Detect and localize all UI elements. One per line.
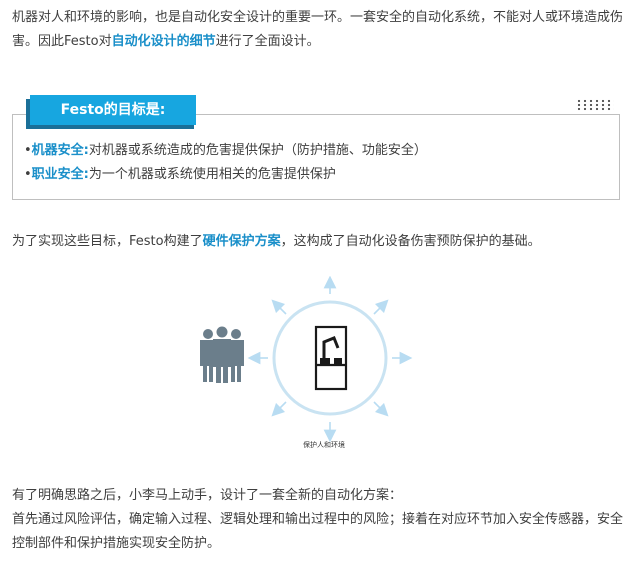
figure-caption: 保护人和环境 — [303, 441, 345, 449]
goal-item: •机器安全:对机器或系统造成的危害提供保护（防护措施、功能安全） — [24, 139, 427, 163]
goal-item-text: 为一个机器或系统使用相关的危害提供保护 — [88, 167, 336, 182]
dot-pattern-decoration — [576, 99, 614, 111]
bullet-icon: • — [24, 143, 32, 158]
closing-line-2: 首先通过风险评估，确定输入过程、逻辑处理和输出过程中的风险；接着在对应环节加入安… — [12, 512, 624, 551]
closing-paragraph: 有了明确思路之后，小李马上动手，设计了一套全新的自动化方案： 首先通过风险评估，… — [12, 484, 624, 556]
solution-paragraph: 为了实现这些目标，Festo构建了硬件保护方案，这构成了自动化设备伤害预防保护的… — [12, 230, 624, 254]
goal-item-label: 职业安全: — [31, 167, 89, 182]
people-group-icon — [200, 326, 244, 383]
intro-text-end: 进行了全面设计。 — [215, 34, 320, 49]
intro-paragraph: 机器对人和环境的影响，也是自动化安全设计的重要一环。一套安全的自动化系统，不能对… — [12, 6, 624, 54]
goal-item: •职业安全:为一个机器或系统使用相关的危害提供保护 — [24, 163, 427, 187]
closing-line-1: 有了明确思路之后，小李马上动手，设计了一套全新的自动化方案： — [12, 488, 403, 503]
robot-cell-icon — [314, 325, 348, 391]
intro-highlight: 自动化设计的细节 — [111, 34, 216, 49]
solution-highlight: 硬件保护方案 — [202, 234, 281, 249]
article-page: 机器对人和环境的影响，也是自动化安全设计的重要一环。一套安全的自动化系统，不能对… — [0, 0, 636, 564]
protection-illustration — [200, 276, 413, 443]
goal-title: Festo的目标是: — [30, 95, 196, 125]
bullet-icon: • — [24, 167, 32, 182]
solution-text-end: ，这构成了自动化设备伤害预防保护的基础。 — [280, 234, 541, 249]
goal-list: •机器安全:对机器或系统造成的危害提供保护（防护措施、功能安全） •职业安全:为… — [24, 139, 427, 187]
goal-item-text: 对机器或系统造成的危害提供保护（防护措施、功能安全） — [88, 143, 427, 158]
solution-text: 为了实现这些目标，Festo构建了 — [12, 234, 203, 249]
goal-item-label: 机器安全: — [31, 143, 89, 158]
